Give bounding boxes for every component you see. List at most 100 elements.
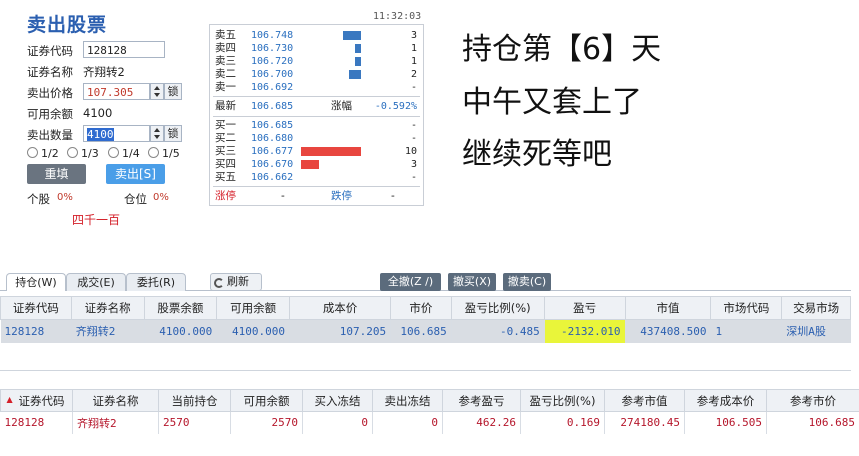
- handwritten-note: 四千一百: [72, 213, 121, 227]
- bid-level-name: 买二: [215, 132, 236, 144]
- bid-level-volume: -: [410, 172, 417, 183]
- bid-level-name: 买五: [215, 171, 236, 183]
- table-cell: 0.169: [520, 411, 605, 434]
- column-header[interactable]: 盈亏比例(%): [520, 389, 605, 412]
- column-header[interactable]: 成本价: [289, 296, 392, 320]
- table-cell: -0.485: [451, 319, 545, 343]
- fraction-radio-fifth[interactable]: 1/5: [148, 147, 180, 160]
- bid-level-price: 106.685: [251, 120, 294, 131]
- qty-input[interactable]: 4100: [83, 125, 150, 142]
- column-header[interactable]: 盈亏比例(%): [450, 296, 545, 320]
- cancel-buy-button[interactable]: 撤买(X): [448, 273, 496, 291]
- reset-button[interactable]: 重填: [27, 164, 86, 184]
- column-header[interactable]: 证券名称: [70, 296, 145, 320]
- ask-level-row[interactable]: 卖四 106.730 1: [215, 42, 420, 55]
- qty-lock-button[interactable]: 锁: [164, 125, 182, 142]
- column-header[interactable]: 买入冻结: [302, 389, 373, 412]
- fraction-radio-half[interactable]: 1/2: [27, 147, 59, 160]
- order-book-divider: [213, 186, 420, 187]
- table-row[interactable]: 128128 齐翔转2 2570 2570 0 0 462.26 0.169 274180.45…: [0, 411, 859, 434]
- table-cell: 106.505: [684, 411, 767, 434]
- last-price-row: 最新 106.685 涨幅 -0.592%: [215, 100, 420, 113]
- column-header[interactable]: 可用余额: [216, 296, 291, 320]
- limit-up-label: 涨停: [215, 190, 236, 202]
- bid-level-row[interactable]: 买五 106.662 -: [215, 171, 420, 184]
- column-header[interactable]: ▲ 证券代码: [0, 389, 73, 412]
- fraction-radio-quarter[interactable]: 1/4: [108, 147, 140, 160]
- column-header[interactable]: 证券名称: [72, 389, 159, 412]
- refresh-button[interactable]: 刷新: [210, 273, 262, 291]
- bid-level-price: 106.680: [251, 133, 294, 144]
- price-input[interactable]: 107.305: [83, 83, 150, 100]
- price-stepper[interactable]: [150, 83, 164, 100]
- column-header[interactable]: 证券代码: [0, 296, 72, 320]
- code-input[interactable]: 128128: [83, 41, 165, 58]
- column-header[interactable]: 市价: [390, 296, 452, 320]
- fraction-label: 1/3: [81, 147, 99, 160]
- ask-level-price: 106.748: [251, 30, 294, 41]
- price-label: 卖出价格: [27, 86, 73, 100]
- fraction-radio-third[interactable]: 1/3: [67, 147, 99, 160]
- column-header[interactable]: 当前持仓: [158, 389, 231, 412]
- bid-level-row[interactable]: 买二 106.680 -: [215, 132, 420, 145]
- ask-volume-bar: [355, 57, 361, 66]
- code-label: 证券代码: [27, 44, 73, 58]
- bid-level-name: 买三: [215, 145, 236, 157]
- cancel-all-button[interactable]: 全撤(Z /): [380, 273, 441, 291]
- column-header[interactable]: 参考成本价: [684, 389, 767, 412]
- ask-level-row[interactable]: 卖一 106.692 -: [215, 81, 420, 94]
- ask-level-name: 卖五: [215, 29, 236, 41]
- column-header[interactable]: 参考市价: [766, 389, 859, 412]
- bid-level-row[interactable]: 买四 106.670 3: [215, 158, 420, 171]
- ask-level-row[interactable]: 卖三 106.720 1: [215, 55, 420, 68]
- bid-level-price: 106.670: [251, 159, 294, 170]
- column-header[interactable]: 卖出冻结: [372, 389, 443, 412]
- tab-orders[interactable]: 委托(R): [126, 273, 186, 291]
- table-cell: 齐翔转2: [72, 411, 159, 434]
- qty-label: 卖出数量: [27, 128, 73, 142]
- table-cell: 462.26: [442, 411, 521, 434]
- bid-level-row[interactable]: 买三 106.677 10: [215, 145, 420, 158]
- clock: 11:32:03: [373, 11, 422, 22]
- price-lock-button[interactable]: 锁: [164, 83, 182, 100]
- sort-asc-icon: ▲: [6, 394, 13, 404]
- ask-level-row[interactable]: 卖五 106.748 3: [215, 29, 420, 42]
- cancel-sell-button[interactable]: 撤卖(C): [503, 273, 551, 291]
- ask-level-volume: 2: [410, 69, 417, 80]
- ask-volume-bar: [343, 31, 361, 40]
- ask-level-price: 106.692: [251, 82, 294, 93]
- bid-level-volume: -: [410, 133, 417, 144]
- column-header[interactable]: 盈亏: [543, 296, 626, 320]
- column-header[interactable]: 可用余额: [230, 389, 303, 412]
- column-header[interactable]: 股票余额: [143, 296, 218, 320]
- column-header[interactable]: 交易市场: [781, 296, 851, 320]
- column-header[interactable]: 市场代码: [710, 296, 783, 320]
- bid-volume-bar: [301, 147, 361, 156]
- bid-level-row[interactable]: 买一 106.685 -: [215, 119, 420, 132]
- bid-level-volume: 3: [410, 159, 417, 170]
- tab-trades[interactable]: 成交(E): [66, 273, 126, 291]
- table-cell: 274180.45: [604, 411, 685, 434]
- column-header[interactable]: 参考市值: [604, 389, 685, 412]
- name-label: 证券名称: [27, 65, 73, 79]
- column-header[interactable]: 参考盈亏: [442, 389, 521, 412]
- last-price-value: 106.685: [251, 101, 294, 112]
- limit-down-value: -: [391, 190, 395, 202]
- sell-button[interactable]: 卖出[S]: [106, 164, 165, 184]
- limit-down-label: 跌停: [331, 190, 352, 202]
- table-row[interactable]: 128128 齐翔转2 4100.000 4100.000 107.205 106.685…: [0, 319, 851, 343]
- overlay-line-2: 中午又套上了: [462, 85, 642, 120]
- tab-holdings[interactable]: 持仓(W): [6, 273, 66, 291]
- table-cell: 2570: [230, 411, 303, 434]
- holdings-empty-area: [0, 342, 851, 371]
- qty-stepper[interactable]: [150, 125, 164, 142]
- ask-level-volume: 1: [410, 43, 417, 54]
- ask-level-price: 106.730: [251, 43, 294, 54]
- radio-circle-icon: [148, 147, 159, 158]
- ask-level-name: 卖二: [215, 68, 236, 80]
- order-book: 最新 106.685 涨幅 -0.592% 涨停 - 跌停 - 卖五 106.74…: [209, 24, 424, 206]
- ask-level-row[interactable]: 卖二 106.700 2: [215, 68, 420, 81]
- table-cell: 2570: [158, 411, 231, 434]
- column-header[interactable]: 市值: [624, 296, 712, 320]
- table-cell: 128128: [0, 411, 73, 434]
